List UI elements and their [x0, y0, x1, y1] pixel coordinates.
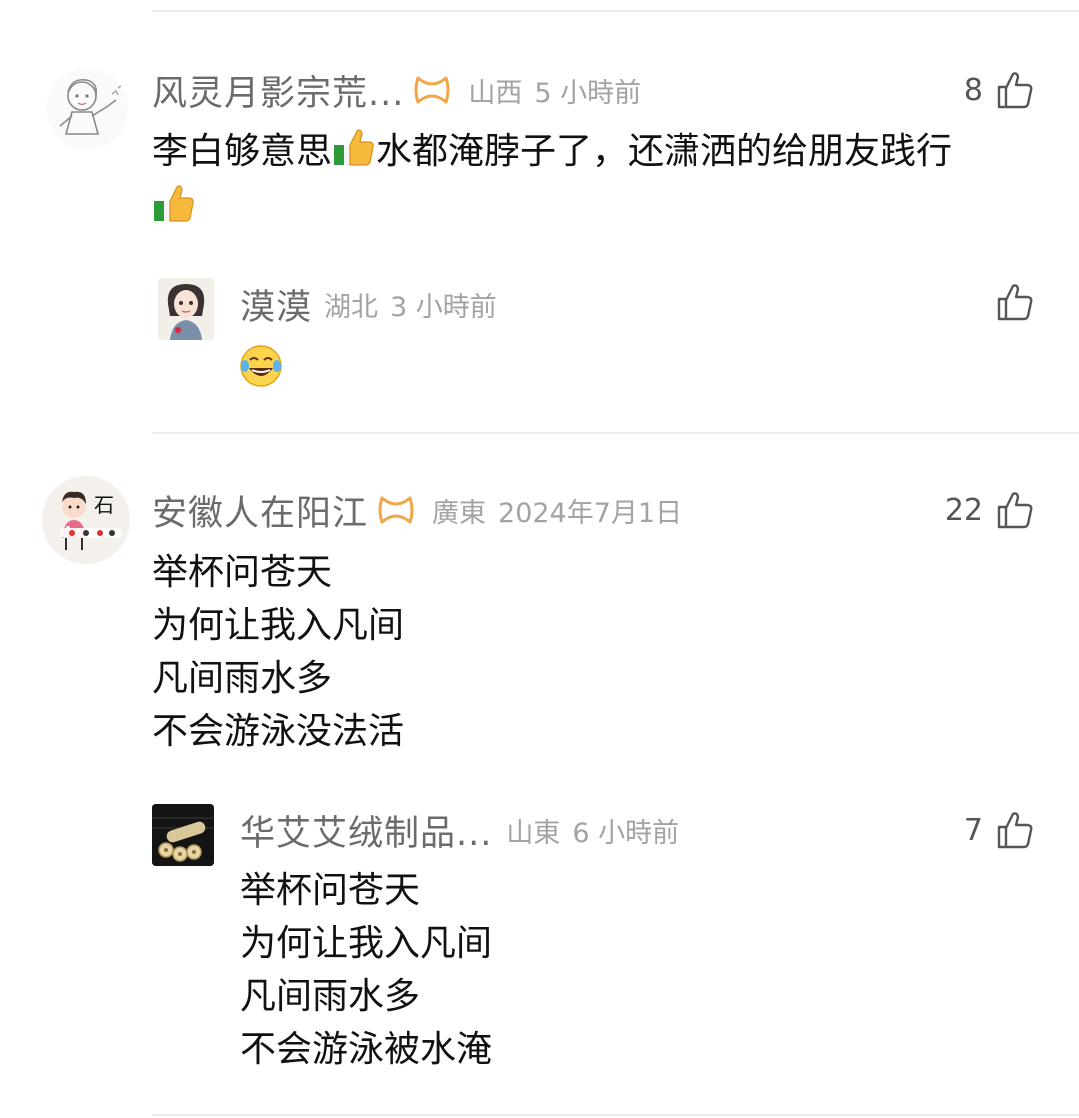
comment-line: 凡间雨水多 — [152, 658, 333, 699]
avatar[interactable] — [158, 278, 214, 340]
like-button[interactable]: 22 — [945, 490, 1033, 530]
text-segment: 李白够意思 — [152, 131, 333, 172]
timestamp: 3 小時前 — [390, 291, 497, 323]
comment-header: 风灵月影宗荒... 山西 5 小時前 — [152, 68, 641, 114]
svg-text:石: 石 — [94, 493, 114, 517]
timestamp: 2024年7月1日 — [498, 497, 683, 529]
comment-line: 举杯问苍天 — [240, 870, 421, 911]
like-button[interactable]: 7 — [964, 810, 1033, 850]
thumbs-up-emoji — [334, 129, 374, 166]
comment-line: 李白够意思 水都淹脖子了，还潇洒的给朋友践行 — [152, 124, 1052, 180]
region-label: 山東 — [506, 817, 561, 849]
region-label: 山西 — [468, 77, 523, 109]
comment-line: 不会游泳被水淹 — [240, 1029, 493, 1070]
comment-meta: 山西 5 小時前 — [468, 71, 641, 110]
comment-line — [152, 180, 1052, 236]
avatar[interactable]: 石 — [42, 476, 130, 564]
thumbs-up-outline-icon — [997, 72, 1033, 109]
username[interactable]: 安徽人在阳江 — [152, 485, 368, 536]
like-count: 22 — [944, 492, 983, 528]
reply-header: 华艾艾绒制品... 山東 6 小時前 — [240, 808, 679, 854]
like-count: 8 — [963, 72, 983, 108]
comment-line: 为何让我入凡间 — [240, 923, 493, 964]
avatar[interactable] — [46, 68, 128, 150]
comment-header: 安徽人在阳江 廣東 2024年7月1日 — [152, 488, 682, 534]
reply-text: 举杯问苍天 为何让我入凡间 凡间雨水多 不会游泳被水淹 — [240, 864, 492, 1076]
like-button[interactable] — [983, 282, 1033, 322]
gold-infinity-badge-icon — [414, 76, 450, 104]
comment-text: 李白够意思 水都淹脖子了，还潇洒的给朋友践行 — [152, 124, 1052, 236]
thumbs-up-outline-icon — [997, 812, 1033, 849]
region-label: 廣東 — [432, 497, 487, 529]
comment-text: 举杯问苍天 为何让我入凡间 凡间雨水多 不会游泳没法活 — [152, 546, 404, 758]
laughing-crying-emoji — [239, 344, 283, 388]
username[interactable]: 华艾艾绒制品... — [240, 805, 492, 856]
region-label: 湖北 — [324, 291, 379, 323]
gold-infinity-badge-icon — [378, 496, 414, 524]
comment-2: 石 安徽人在阳江 廣東 2024年7月1日 22 举杯问苍天 为何让我入凡间 凡间… — [0, 434, 1079, 1118]
text-segment: 水都淹脖子了，还潇洒的给朋友践行 — [376, 131, 953, 172]
comment-line: 凡间雨水多 — [240, 976, 421, 1017]
avatar[interactable] — [152, 804, 214, 866]
comment-line: 不会游泳没法活 — [152, 711, 405, 752]
thumbs-up-emoji — [154, 185, 194, 222]
thumbs-up-outline-icon — [997, 284, 1033, 321]
reply-header: 漠漠 湖北 3 小時前 — [240, 282, 497, 328]
comment-line: 为何让我入凡间 — [152, 605, 405, 646]
reply-meta: 山東 6 小時前 — [506, 811, 679, 850]
bottom-divider — [152, 1114, 1079, 1116]
comment-meta: 廣東 2024年7月1日 — [432, 491, 682, 530]
like-button[interactable]: 8 — [964, 70, 1033, 110]
like-count: 7 — [963, 812, 983, 848]
username[interactable]: 风灵月影宗荒... — [152, 65, 404, 116]
timestamp: 6 小時前 — [572, 817, 680, 849]
username[interactable]: 漠漠 — [240, 279, 312, 330]
timestamp: 5 小時前 — [534, 77, 642, 109]
thumbs-up-outline-icon — [997, 492, 1033, 529]
reply-meta: 湖北 3 小時前 — [324, 285, 497, 324]
comment-1: 风灵月影宗荒... 山西 5 小時前 8 李白够意思 水都淹脖子了，还潇洒的给朋友… — [0, 0, 1079, 430]
comment-line: 举杯问苍天 — [152, 552, 333, 593]
